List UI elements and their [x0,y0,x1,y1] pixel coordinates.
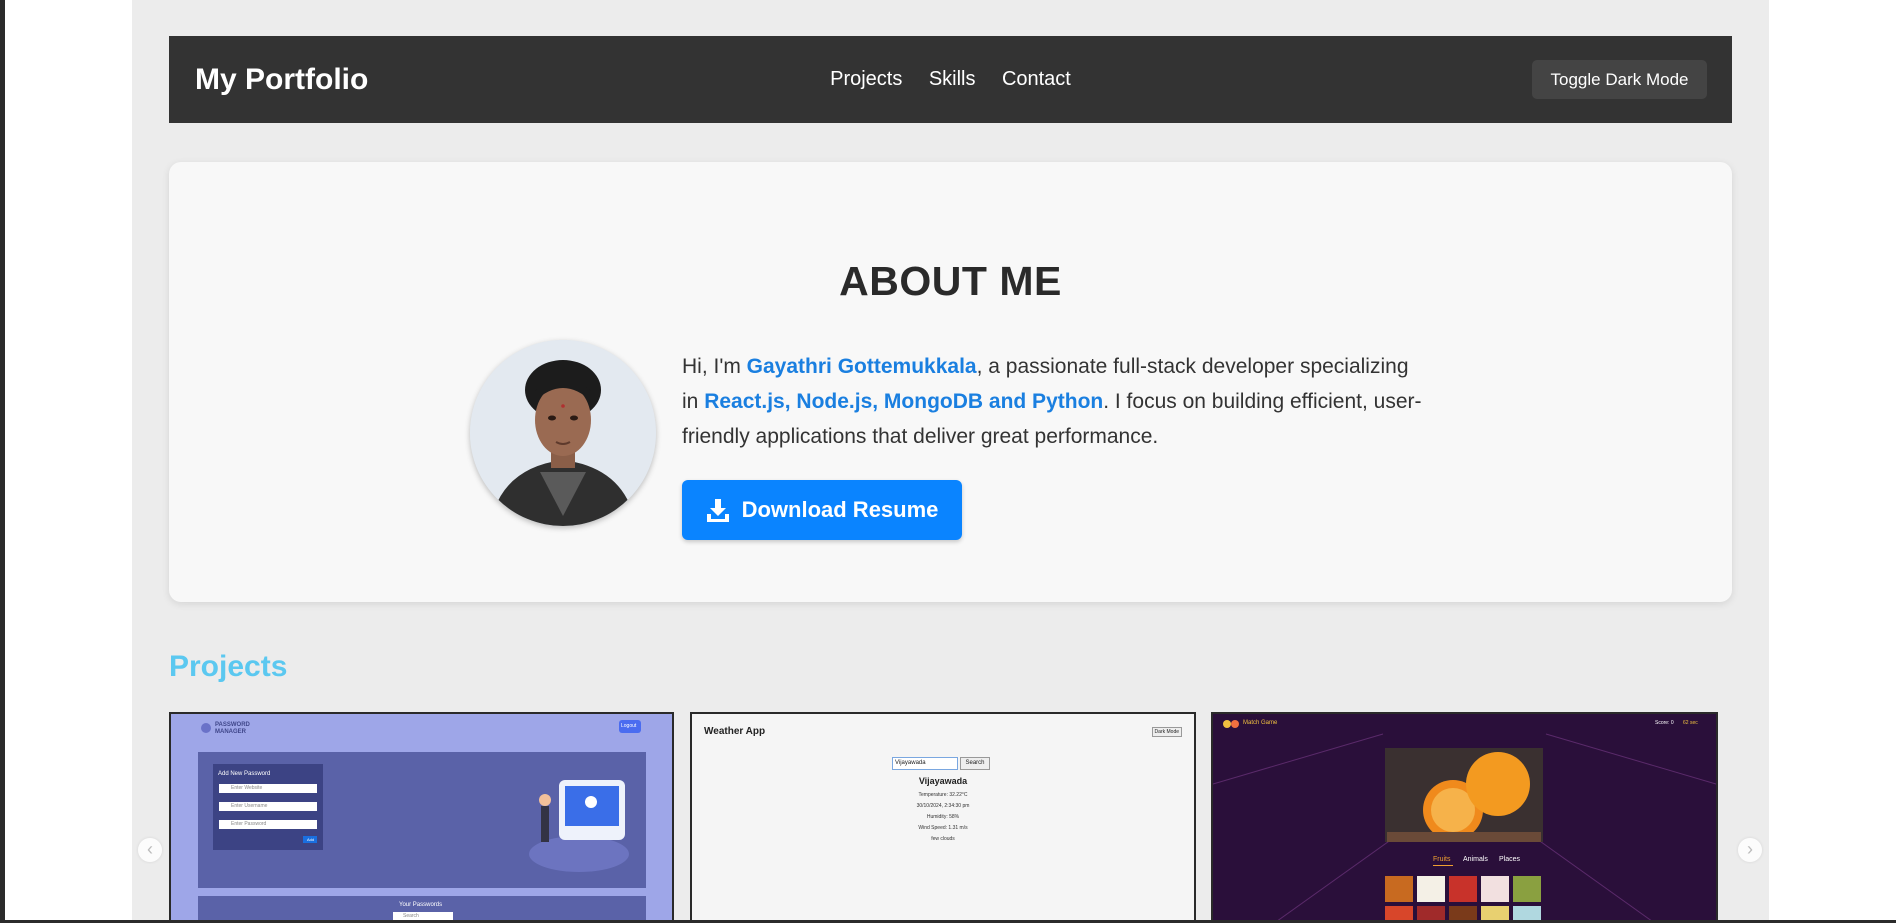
wa-result: Vijayawada Temperature: 32.22°C 30/10/20… [692,776,1194,845]
wa-line: Wind Speed: 1.31 m/s [918,825,968,831]
carousel-next-arrow[interactable]: › [1738,838,1762,862]
pm-app-name: PASSWORD MANAGER [215,722,250,735]
about-bio: Hi, I'm Gayathri Gottemukkala, a passion… [682,349,1422,454]
page: My Portfolio Projects Skills Contact Tog… [132,0,1769,920]
pm-logout: Logout [621,723,637,729]
pm-field-username: Enter Username [231,803,268,809]
match-game-preview [1213,720,1716,920]
nav-link-skills[interactable]: Skills [929,36,976,123]
pm-field-password: Enter Password [231,821,267,827]
bio-name: Gayathri Gottemukkala [746,355,977,378]
mg-title: Match Game [1243,720,1278,726]
download-icon [706,499,729,522]
pm-search: Search [403,913,419,919]
wa-search-input: Vijayawada [892,757,958,770]
password-manager-preview [198,720,646,920]
pm-list-heading: Your Passwords [399,902,443,908]
avatar [470,340,656,526]
nav-links: Projects Skills Contact [169,36,1732,123]
project-card-weather-app[interactable]: Weather App Dark Mode Vijayawada Search … [690,712,1196,920]
mg-tab-places: Places [1499,856,1521,863]
bio-intro: Hi, I'm [682,355,747,378]
mg-tab-animals: Animals [1463,856,1488,863]
wa-city: Vijayawada [918,776,968,786]
pm-add: Add [307,837,315,842]
carousel-prev-arrow[interactable]: ‹ [138,838,162,862]
wa-search-button: Search [960,757,990,770]
wa-line: few clouds [931,836,955,842]
wa-dark-mode: Dark Mode [1151,727,1182,737]
project-card-password-manager[interactable]: PASSWORD MANAGER Logout Add New Password… [169,712,674,920]
mg-score: Score: 0 [1655,720,1674,726]
wa-title: Weather App [704,726,766,737]
pm-field-website: Enter Website [231,785,263,791]
project-card-match-game[interactable]: Match Game Score: 0 62 sec Fruits Animal… [1211,712,1718,920]
toggle-dark-mode-button[interactable]: Toggle Dark Mode [1532,60,1707,99]
wa-line: Humidity: 58% [926,814,960,820]
window-edge [0,0,5,923]
nav-link-projects[interactable]: Projects [830,36,902,123]
wa-line: 30/10/2024, 2:34:30 pm [916,803,970,809]
wa-line: Temperature: 32.22°C [918,792,968,798]
about-section: ABOUT ME Hi, I'm Gayathri Gottemukkala, … [169,162,1732,602]
download-resume-label: Download Resume [741,497,939,522]
projects-title: Projects [169,650,288,683]
nav-link-contact[interactable]: Contact [1002,36,1071,123]
mg-tab-fruits: Fruits [1433,856,1451,863]
profile-photo [470,340,656,526]
about-heading: ABOUT ME [839,258,1062,304]
mg-timer: 62 sec [1683,720,1698,726]
navbar: My Portfolio Projects Skills Contact Tog… [169,36,1732,123]
download-resume-button[interactable]: Download Resume [682,480,962,540]
pm-heading: Add New Password [218,771,271,777]
bio-tech: React.js, Node.js, MongoDB and Python [704,390,1104,413]
